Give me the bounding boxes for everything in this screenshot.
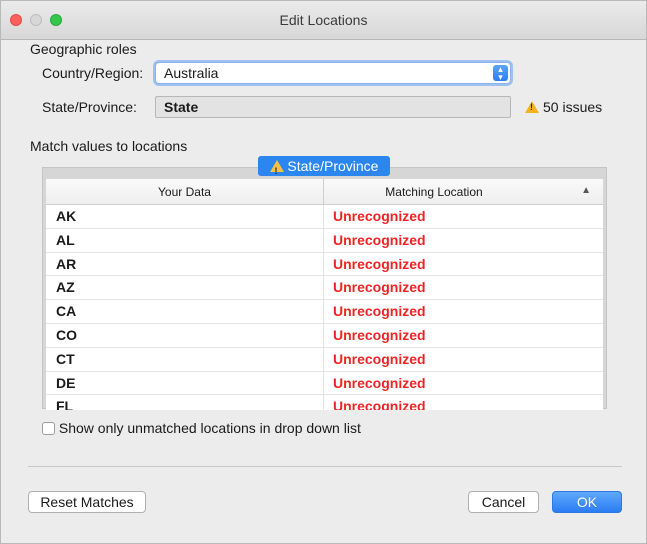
show-unmatched-label[interactable]: Show only unmatched locations in drop do… xyxy=(59,420,361,436)
matching-location-cell[interactable]: Unrecognized xyxy=(333,256,426,272)
matching-location-cell[interactable]: Unrecognized xyxy=(333,398,426,410)
column-divider xyxy=(323,300,324,323)
tab-state-province-label: State/Province xyxy=(287,158,379,174)
your-data-cell: DE xyxy=(56,374,76,391)
your-data-cell: CT xyxy=(56,350,75,367)
ok-button[interactable]: OK xyxy=(552,491,622,513)
matching-location-cell[interactable]: Unrecognized xyxy=(333,351,426,367)
matching-location-cell[interactable]: Unrecognized xyxy=(333,327,426,343)
table-row[interactable]: FL Unrecognized xyxy=(46,395,603,410)
column-divider xyxy=(323,347,324,371)
warning-icon xyxy=(525,101,539,113)
issues-count: 50 issues xyxy=(543,99,603,115)
country-region-select[interactable]: Australia ▴ ▾ xyxy=(155,62,511,84)
country-region-value: Australia xyxy=(164,65,219,81)
matching-location-cell[interactable]: Unrecognized xyxy=(333,375,426,391)
table-header: Your Data Matching Location ▲ xyxy=(46,179,603,205)
tab-state-province[interactable]: State/Province xyxy=(258,156,390,181)
state-province-field: State xyxy=(155,96,511,118)
state-province-label: State/Province: xyxy=(42,99,137,115)
matching-location-cell[interactable]: Unrecognized xyxy=(333,279,426,295)
table-row[interactable]: AZ Unrecognized xyxy=(46,276,603,301)
matching-location-cell[interactable]: Unrecognized xyxy=(333,303,426,319)
column-divider xyxy=(323,205,324,228)
column-divider xyxy=(323,252,324,276)
window-title: Edit Locations xyxy=(279,12,368,28)
table-row[interactable]: CO Unrecognized xyxy=(46,323,603,348)
select-stepper-icon: ▴ ▾ xyxy=(493,65,508,82)
column-divider xyxy=(323,395,324,410)
table-row[interactable]: AR Unrecognized xyxy=(46,252,603,277)
your-data-cell: AR xyxy=(56,255,77,272)
column-divider xyxy=(323,276,324,300)
your-data-cell: AZ xyxy=(56,279,75,296)
geographic-roles-heading: Geographic roles xyxy=(30,41,137,57)
issues-indicator[interactable]: 50 issues xyxy=(525,99,602,115)
table-row[interactable]: CT Unrecognized xyxy=(46,347,603,372)
show-unmatched-checkbox[interactable] xyxy=(42,422,55,435)
match-values-heading: Match values to locations xyxy=(30,138,188,154)
edit-locations-dialog: Edit Locations Geographic roles Country/… xyxy=(0,0,647,544)
your-data-cell: AK xyxy=(56,208,77,224)
warning-icon xyxy=(269,160,284,181)
column-divider xyxy=(323,228,324,252)
sort-ascending-icon[interactable]: ▲ xyxy=(581,185,591,196)
title-bar[interactable]: Edit Locations xyxy=(1,1,646,40)
your-data-cell: AL xyxy=(56,231,75,248)
column-header-matching-location[interactable]: Matching Location xyxy=(324,185,544,199)
matching-location-cell[interactable]: Unrecognized xyxy=(333,232,426,248)
table-row[interactable]: AL Unrecognized xyxy=(46,228,603,253)
show-unmatched-option[interactable]: Show only unmatched locations in drop do… xyxy=(42,420,361,436)
your-data-cell: CA xyxy=(56,303,77,320)
state-province-value: State xyxy=(164,99,199,115)
column-divider xyxy=(323,371,324,395)
match-table[interactable]: Your Data Matching Location ▲ AK Unrecogn… xyxy=(46,179,603,410)
cancel-button[interactable]: Cancel xyxy=(468,491,539,513)
footer-divider xyxy=(28,466,622,467)
table-row[interactable]: DE Unrecognized xyxy=(46,371,603,396)
country-region-label: Country/Region: xyxy=(42,65,144,81)
your-data-cell: FL xyxy=(56,398,74,410)
column-divider xyxy=(323,323,324,347)
your-data-cell: CO xyxy=(56,326,77,343)
table-row[interactable]: AK Unrecognized xyxy=(46,205,603,229)
reset-matches-button[interactable]: Reset Matches xyxy=(28,491,146,513)
matching-location-cell[interactable]: Unrecognized xyxy=(333,208,426,224)
column-header-your-data[interactable]: Your Data xyxy=(46,185,323,199)
table-row[interactable]: CA Unrecognized xyxy=(46,300,603,324)
